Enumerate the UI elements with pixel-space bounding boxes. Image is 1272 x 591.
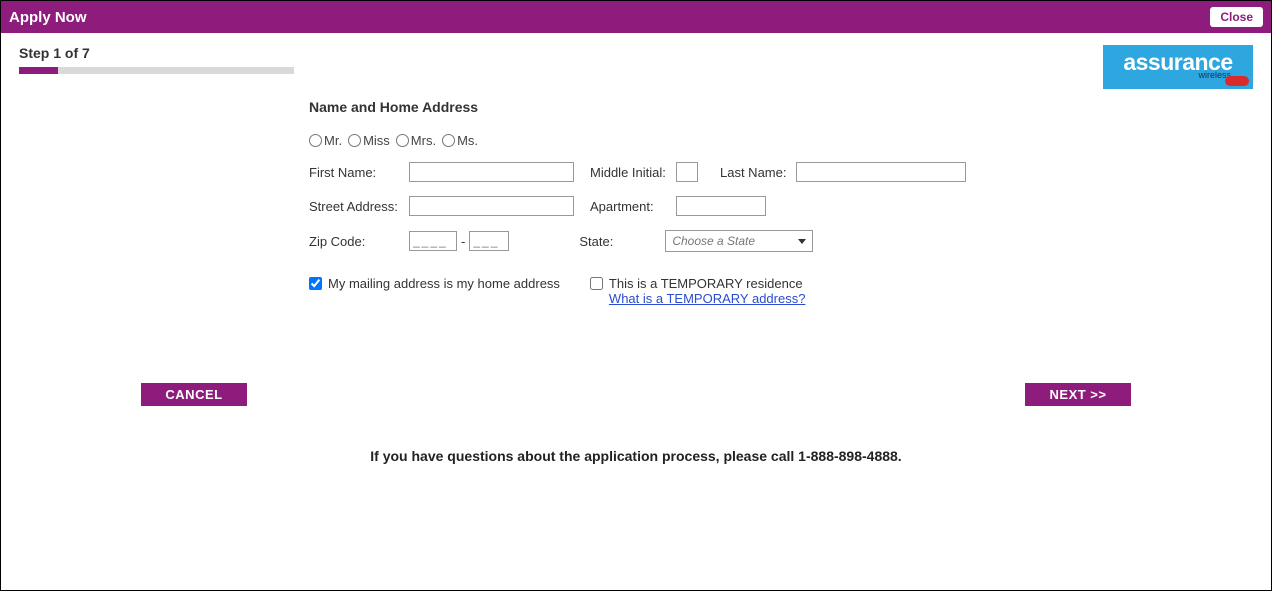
section-title: Name and Home Address — [309, 99, 1009, 115]
radio-ms-label: Ms. — [457, 133, 478, 148]
progress-bar — [19, 67, 294, 74]
form-area: Name and Home Address Mr. Miss Mrs. Ms. … — [309, 99, 1009, 306]
mailing-same-checkbox[interactable]: My mailing address is my home address — [309, 276, 560, 306]
street-input[interactable] — [409, 196, 574, 216]
zip-input-1[interactable] — [409, 231, 457, 251]
radio-mrs[interactable]: Mrs. — [396, 133, 436, 148]
street-label: Street Address: — [309, 199, 409, 214]
apply-modal: Apply Now Close Step 1 of 7 assurance wi… — [0, 0, 1272, 591]
first-name-input[interactable] — [409, 162, 574, 182]
last-name-label: Last Name: — [720, 165, 796, 180]
temporary-checkbox-group: This is a TEMPORARY residence What is a … — [590, 276, 806, 306]
middle-initial-label: Middle Initial: — [590, 165, 676, 180]
radio-miss[interactable]: Miss — [348, 133, 390, 148]
radio-miss-label: Miss — [363, 133, 390, 148]
state-label: State: — [579, 234, 665, 249]
last-name-input[interactable] — [796, 162, 966, 182]
apartment-input[interactable] — [676, 196, 766, 216]
temporary-input[interactable] — [590, 277, 603, 290]
mailing-same-label: My mailing address is my home address — [328, 276, 560, 291]
titlebar: Apply Now Close — [1, 1, 1271, 33]
chevron-down-icon — [798, 239, 806, 244]
help-text: If you have questions about the applicat… — [1, 448, 1271, 464]
zip-dash: - — [461, 234, 465, 249]
modal-content: Step 1 of 7 assurance wireless Name and … — [1, 33, 1271, 590]
radio-mr-label: Mr. — [324, 133, 342, 148]
state-select[interactable]: Choose a State — [665, 230, 813, 252]
modal-title: Apply Now — [9, 9, 87, 26]
step-label: Step 1 of 7 — [19, 45, 294, 61]
first-name-label: First Name: — [309, 165, 409, 180]
radio-ms[interactable]: Ms. — [442, 133, 478, 148]
step-indicator: Step 1 of 7 — [19, 45, 294, 74]
zip-label: Zip Code: — [309, 234, 409, 249]
progress-fill — [19, 67, 58, 74]
radio-mrs-input[interactable] — [396, 134, 409, 147]
mailing-same-input[interactable] — [309, 277, 322, 290]
zip-row: Zip Code: - State: Choose a State — [309, 230, 1009, 252]
radio-mr-input[interactable] — [309, 134, 322, 147]
logo-main: assurance — [1123, 52, 1232, 73]
step-area: Step 1 of 7 assurance wireless — [19, 45, 1253, 89]
temporary-label: This is a TEMPORARY residence — [609, 276, 806, 291]
temporary-help-link[interactable]: What is a TEMPORARY address? — [609, 291, 806, 306]
middle-initial-input[interactable] — [676, 162, 698, 182]
temporary-stack: This is a TEMPORARY residence What is a … — [609, 276, 806, 306]
radio-ms-input[interactable] — [442, 134, 455, 147]
radio-mr[interactable]: Mr. — [309, 133, 342, 148]
button-row: CANCEL NEXT >> — [1, 383, 1271, 406]
radio-mrs-label: Mrs. — [411, 133, 436, 148]
state-select-value: Choose a State — [672, 234, 755, 248]
next-button[interactable]: NEXT >> — [1025, 383, 1131, 406]
radio-miss-input[interactable] — [348, 134, 361, 147]
close-button[interactable]: Close — [1210, 7, 1263, 27]
name-row: First Name: Middle Initial: Last Name: — [309, 162, 1009, 182]
virgin-badge-icon — [1225, 76, 1249, 86]
cancel-button[interactable]: CANCEL — [141, 383, 247, 406]
address-row: Street Address: Apartment: — [309, 196, 1009, 216]
checkbox-row: My mailing address is my home address Th… — [309, 276, 1009, 306]
brand-logo: assurance wireless — [1103, 45, 1253, 89]
apartment-label: Apartment: — [590, 199, 676, 214]
salutation-row: Mr. Miss Mrs. Ms. — [309, 133, 1009, 148]
zip-input-2[interactable] — [469, 231, 509, 251]
